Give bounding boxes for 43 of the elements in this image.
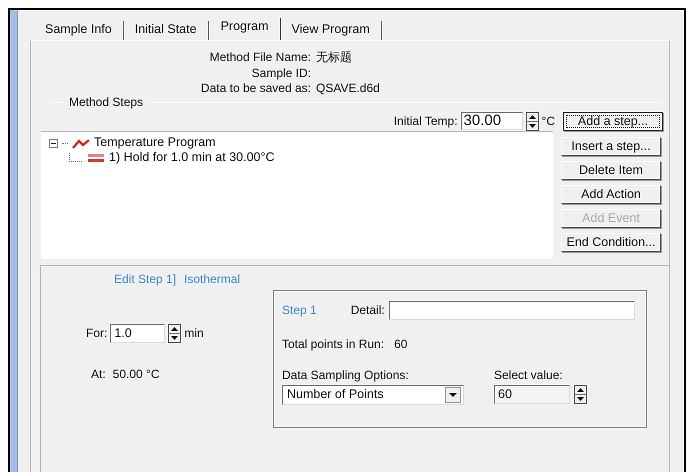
action-button[interactable]: Add Action	[561, 184, 661, 204]
field-label: Total points in Run:	[282, 336, 384, 352]
unit-label: min	[184, 326, 204, 340]
field-label: Data to be saved as:	[200, 81, 311, 96]
field-label: Data Sampling Options:	[282, 368, 410, 382]
field-value: 60	[394, 336, 408, 352]
action-button[interactable]: Delete Item	[561, 160, 661, 180]
field-label: At:	[91, 366, 106, 382]
field-label: Sample ID:	[250, 66, 311, 81]
tab[interactable]: Initial State	[124, 21, 209, 40]
action-button[interactable]: Add a step...	[563, 112, 663, 130]
action-button[interactable]: End Condition...	[561, 232, 661, 252]
tab[interactable]: View Program	[280, 21, 382, 40]
field-label: For:	[86, 326, 108, 340]
tree-item[interactable]: Temperature Program	[94, 135, 216, 151]
sampling-dropdown[interactable]: Number of Points	[282, 384, 464, 404]
spinner-control[interactable]	[574, 384, 587, 404]
section-title: Edit Step 1]	[114, 272, 176, 286]
tree-item[interactable]: 1) Hold for 1.0 min at 30.00°C	[109, 150, 274, 166]
step-type: Isothermal	[184, 272, 240, 286]
value-field[interactable]: 60	[494, 384, 570, 404]
hold-icon	[87, 153, 105, 163]
tree-connector	[69, 153, 83, 163]
tab[interactable]: Sample Info	[34, 21, 124, 40]
step-label: Step 1	[282, 302, 317, 318]
field-value: 无标题	[316, 50, 353, 66]
zigzag-icon	[72, 138, 90, 148]
group-title: Method Steps	[68, 94, 144, 110]
spinner-control[interactable]	[168, 324, 182, 342]
spinner-control[interactable]	[526, 112, 539, 130]
field-value: QSAVE.d6d	[316, 81, 381, 96]
unit-label: °C	[542, 114, 555, 128]
action-button[interactable]: Insert a step...	[561, 136, 661, 156]
tab[interactable]: Program	[208, 18, 280, 40]
field-label: Select value:	[494, 368, 564, 382]
temperature-field[interactable]: 30.00	[460, 112, 523, 130]
collapse-toggle[interactable]	[49, 138, 58, 148]
field-label: Initial Temp:	[394, 114, 458, 128]
detail-field[interactable]	[388, 300, 635, 320]
duration-field[interactable]: 1.0	[110, 324, 166, 342]
field-label: Method File Name:	[208, 50, 311, 66]
field-label: Detail:	[350, 302, 385, 318]
field-value: 50.00 °C	[112, 366, 160, 382]
